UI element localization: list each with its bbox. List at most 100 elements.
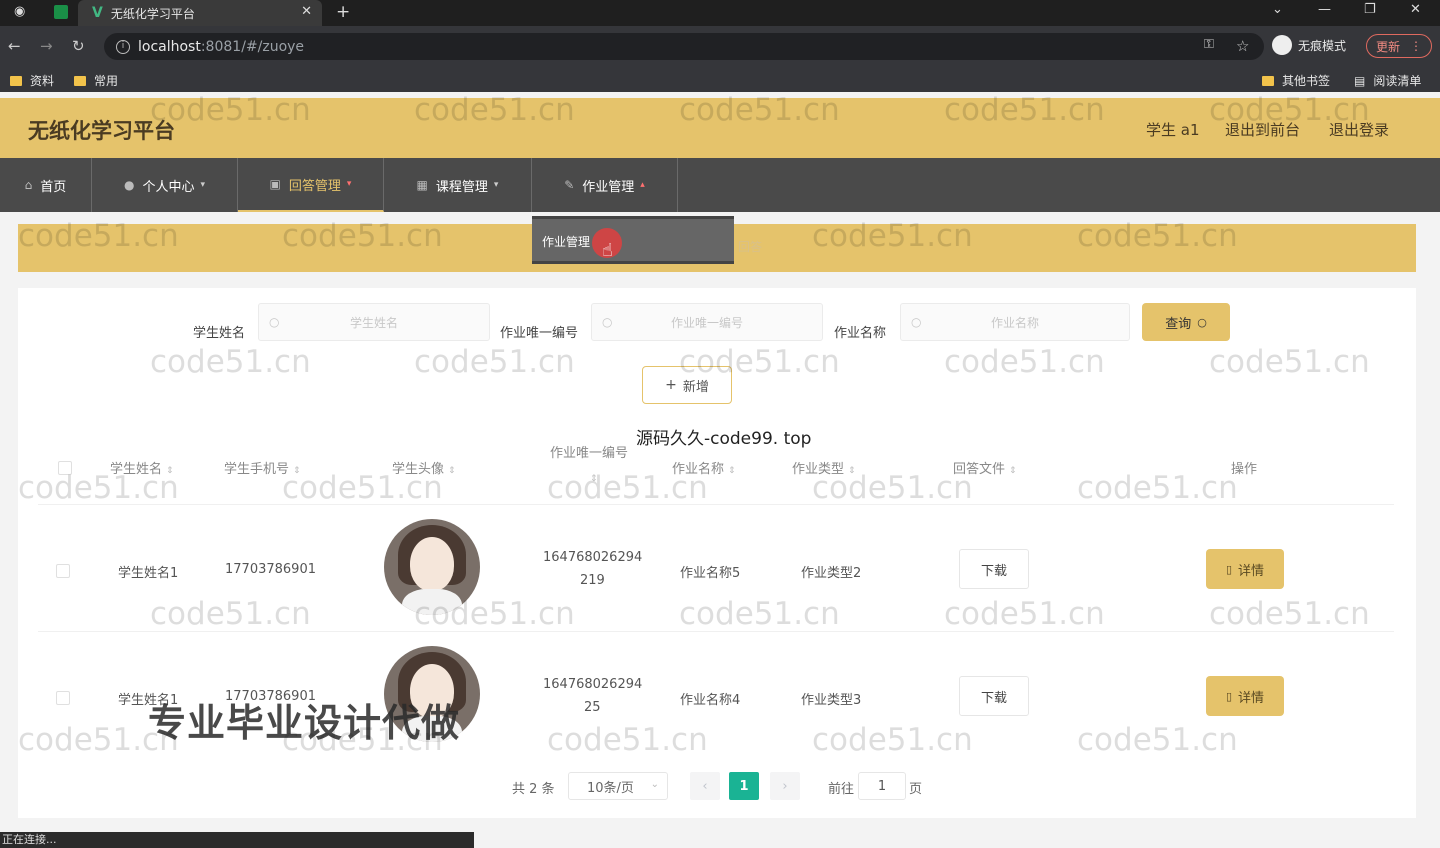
info-icon[interactable]: i xyxy=(116,39,130,54)
reading-list[interactable]: ▤ 阅读清单 xyxy=(1354,72,1421,89)
update-button[interactable]: 更新 ⋮ xyxy=(1366,34,1432,58)
page-size-select[interactable]: 10条/页 ⌄ xyxy=(568,772,668,800)
select-all-checkbox[interactable] xyxy=(58,461,72,475)
update-label: 更新 xyxy=(1375,39,1400,54)
forward-icon[interactable]: → xyxy=(40,37,53,55)
header-student-name[interactable]: 学生姓名 ⇕ xyxy=(110,458,174,477)
nav-item-homework[interactable]: ✎ 作业管理 ▴ xyxy=(532,158,678,212)
nav-item-courses[interactable]: ▦ 课程管理 ▾ xyxy=(384,158,532,212)
download-button[interactable]: 下载 xyxy=(959,549,1029,589)
home-icon: ⌂ xyxy=(24,178,33,192)
bookmark-folder[interactable]: 常用 xyxy=(74,72,118,89)
nav-label: 首页 xyxy=(40,179,67,195)
header-homework-name[interactable]: 作业名称 ⇕ xyxy=(672,458,736,477)
browser-menu-icon[interactable]: ◉ xyxy=(14,4,25,19)
nav-item-home[interactable]: ⌂ 首页 xyxy=(0,158,92,212)
sort-icon: ⇕ xyxy=(293,466,301,476)
bookmark-folder-other[interactable]: 其他书签 xyxy=(1262,72,1330,89)
minimize-icon[interactable]: — xyxy=(1318,2,1331,17)
app-title: 无纸化学习平台 xyxy=(28,119,175,143)
header-actions: 操作 xyxy=(1231,458,1257,477)
app-header: 无纸化学习平台 学生 a1 退出到前台 退出登录 xyxy=(0,98,1440,158)
folder-icon xyxy=(10,75,22,86)
homework-name-label: 作业名称 xyxy=(834,326,887,341)
tab-title: 无纸化学习平台 xyxy=(110,6,195,21)
next-page-button[interactable]: › xyxy=(770,772,800,800)
nav-label: 作业管理 xyxy=(582,179,635,195)
homework-id-input[interactable]: ○ 作业唯一编号 xyxy=(591,303,823,341)
page-unit-label: 页 xyxy=(909,782,923,797)
sheet-tab-icon[interactable] xyxy=(54,5,68,19)
cell-homework-name: 作业名称5 xyxy=(680,566,741,581)
more-icon: ⋮ xyxy=(1410,39,1422,53)
logout-link[interactable]: 退出登录 xyxy=(1329,119,1389,140)
source-overlay-text: 源码久久-code99. top xyxy=(636,429,812,449)
nav-item-answers[interactable]: ▣ 回答管理 ▾ xyxy=(238,158,384,212)
exit-to-front-link[interactable]: 退出到前台 xyxy=(1225,119,1300,140)
search-button[interactable]: 查询 ○ xyxy=(1142,303,1230,341)
key-icon[interactable]: ⚿ xyxy=(1204,37,1214,52)
search-icon: ○ xyxy=(911,315,922,329)
sort-icon: ⇕ xyxy=(848,466,856,476)
caret-up-icon: ▴ xyxy=(640,180,645,190)
detail-button[interactable]: ▯ 详情 xyxy=(1206,676,1284,716)
star-icon[interactable]: ☆ xyxy=(1236,37,1249,55)
homework-dropdown-menu: 作业管理 xyxy=(532,216,734,264)
header-homework-type[interactable]: 作业类型 ⇕ xyxy=(792,458,856,477)
browser-tabbar: ◉ V 无纸化学习平台 ✕ + ⌄ — ❐ ✕ xyxy=(0,0,1440,26)
header-student-avatar[interactable]: 学生头像 ⇕ xyxy=(392,458,456,477)
header-answer-file[interactable]: 回答文件 ⇕ xyxy=(953,458,1017,477)
url-path: :8081/#/zuoye xyxy=(200,38,305,55)
plus-icon: + xyxy=(665,377,677,393)
sort-icon[interactable]: ⇕ xyxy=(586,470,598,485)
header-student-phone[interactable]: 学生手机号 ⇕ xyxy=(224,458,301,477)
student-name-input[interactable]: ○ 学生姓名 xyxy=(258,303,490,341)
cell-homework-id: 164768026294 xyxy=(543,677,643,692)
dropdown-item-homework-management[interactable]: 作业管理 xyxy=(542,233,590,250)
cell-student-name: 学生姓名1 xyxy=(118,566,179,581)
page-number-current[interactable]: 1 xyxy=(729,772,759,800)
window-close-icon[interactable]: ✕ xyxy=(1410,2,1421,17)
header-label: 作业类型 xyxy=(792,462,845,477)
restore-icon[interactable]: ❐ xyxy=(1364,2,1376,17)
user-icon: ● xyxy=(123,178,135,192)
close-icon[interactable]: ✕ xyxy=(301,4,312,19)
homework-name-input[interactable]: ○ 作业名称 xyxy=(900,303,1130,341)
url-field[interactable]: i localhost:8081/#/zuoye xyxy=(104,33,1264,60)
bookmark-label: 常用 xyxy=(94,74,119,88)
placeholder: 作业唯一编号 xyxy=(670,315,743,330)
vue-icon: V xyxy=(92,5,103,21)
detail-label: 详情 xyxy=(1238,690,1265,706)
cell-homework-type: 作业类型3 xyxy=(801,693,862,708)
goto-page-input[interactable]: 1 xyxy=(858,772,906,800)
browser-tab[interactable]: V 无纸化学习平台 ✕ xyxy=(78,0,322,26)
cell-homework-id-cont: 25 xyxy=(584,700,601,715)
row-checkbox[interactable] xyxy=(56,564,70,578)
add-button[interactable]: + 新增 xyxy=(642,366,732,404)
new-tab-icon[interactable]: + xyxy=(336,2,350,22)
chevron-down-icon[interactable]: ⌄ xyxy=(1272,2,1283,17)
main-nav: ⌂ 首页 ● 个人中心 ▾ ▣ 回答管理 ▾ ▦ 课程管理 ▾ ✎ 作业管理 ▴ xyxy=(0,158,1440,212)
prev-page-button[interactable]: ‹ xyxy=(690,772,720,800)
cell-homework-id: 164768026294 xyxy=(543,550,643,565)
detail-label: 详情 xyxy=(1238,563,1265,579)
header-homework-id[interactable]: 作业唯一编号 xyxy=(550,442,628,461)
download-button[interactable]: 下载 xyxy=(959,676,1029,716)
row-checkbox[interactable] xyxy=(56,691,70,705)
back-icon[interactable]: ← xyxy=(8,37,21,55)
document-icon: ▯ xyxy=(1225,689,1233,703)
bookmark-folder[interactable]: 资料 xyxy=(10,72,54,89)
nav-item-profile[interactable]: ● 个人中心 ▾ xyxy=(92,158,238,212)
breadcrumb-text: 回答 xyxy=(738,240,763,254)
folder-icon xyxy=(74,75,86,86)
header-label: 作业唯一编号 xyxy=(550,446,629,461)
cell-homework-name: 作业名称4 xyxy=(680,693,741,708)
caret-down-icon: ▾ xyxy=(493,180,499,190)
reload-icon[interactable]: ↻ xyxy=(72,37,85,55)
detail-button[interactable]: ▯ 详情 xyxy=(1206,549,1284,589)
placeholder: 学生姓名 xyxy=(349,315,398,330)
pagination-total: 共 2 条 xyxy=(512,782,555,797)
incognito-indicator[interactable]: 无痕模式 xyxy=(1272,35,1346,55)
bookmarks-bar: 资料 常用 其他书签 ▤ 阅读清单 xyxy=(0,66,1440,92)
chevron-down-icon: ⌄ xyxy=(650,779,659,790)
